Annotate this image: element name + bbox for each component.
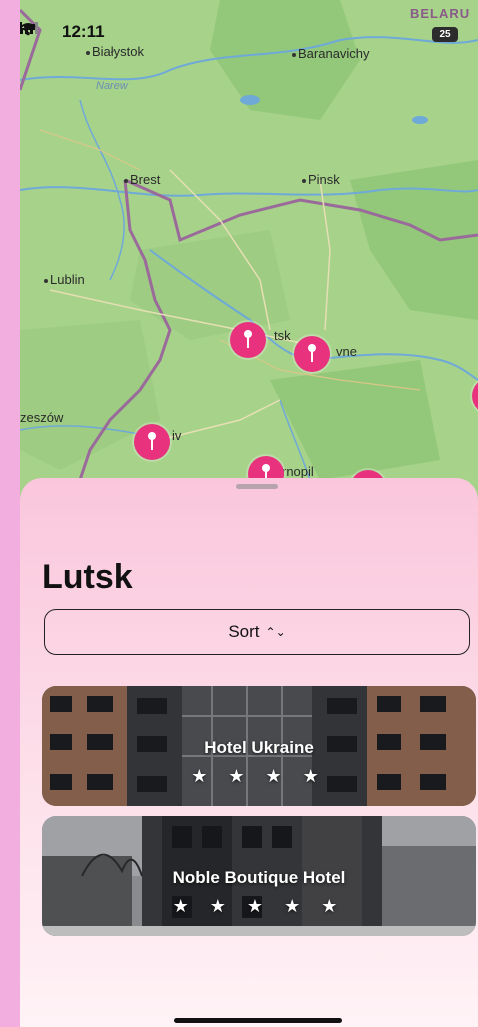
city-label-brest: Brest — [124, 172, 160, 187]
city-label-ternopil: rnopil — [282, 464, 314, 479]
city-label-lublin: Lublin — [44, 272, 85, 287]
map-view[interactable]: BELARU Narew Białystok Baranavichy Brest… — [20, 0, 478, 506]
hotel-star-rating: ★ ★ ★ ★ — [191, 766, 327, 786]
pin-icon — [244, 330, 252, 350]
sort-button[interactable]: Sort ⌃⌄ — [44, 609, 470, 655]
sort-label: Sort — [228, 622, 260, 641]
pin-icon — [308, 344, 316, 364]
wifi-icon — [20, 23, 36, 36]
city-label-lviv: iv — [172, 428, 182, 443]
city-label-lutsk: tsk — [274, 328, 291, 343]
hotel-pin-lviv[interactable] — [134, 424, 170, 460]
hotel-card-noble-boutique[interactable]: Noble Boutique Hotel ★ ★ ★ ★ ★ — [42, 816, 476, 936]
status-bar: 12:11 25 — [20, 22, 478, 48]
hotel-name: Hotel Ukraine — [204, 738, 314, 757]
city-label-baranavichy: Baranavichy — [292, 46, 370, 61]
city-label-rivne: vne — [336, 344, 357, 359]
hotel-name: Noble Boutique Hotel — [172, 868, 346, 887]
home-indicator[interactable] — [174, 1018, 342, 1023]
phone-screen: BELARU Narew Białystok Baranavichy Brest… — [20, 0, 478, 1027]
region-label: BELARU — [410, 6, 471, 21]
city-label-pinsk: Pinsk — [302, 172, 340, 187]
hotel-star-rating: ★ ★ ★ ★ ★ — [172, 896, 346, 916]
sheet-grabber[interactable] — [236, 484, 278, 489]
status-time: 12:11 — [62, 22, 105, 41]
hotel-pin-rivne[interactable] — [294, 336, 330, 372]
hotel-pin-lutsk[interactable] — [230, 322, 266, 358]
pin-icon — [148, 432, 156, 452]
chevron-up-down-icon: ⌃⌄ — [265, 625, 286, 639]
battery-icon: 25 — [432, 27, 458, 42]
map-background — [20, 0, 478, 500]
river-label: Narew — [96, 80, 128, 92]
city-title: Lutsk — [42, 558, 133, 596]
city-label-rzeszow: zeszów — [20, 410, 64, 425]
bottom-sheet: Lutsk Sort ⌃⌄ Hotel Ukraine ★ ★ ★ ★ Nobl… — [20, 478, 478, 1027]
hotel-card-hotel-ukraine[interactable]: Hotel Ukraine ★ ★ ★ ★ — [42, 686, 476, 806]
